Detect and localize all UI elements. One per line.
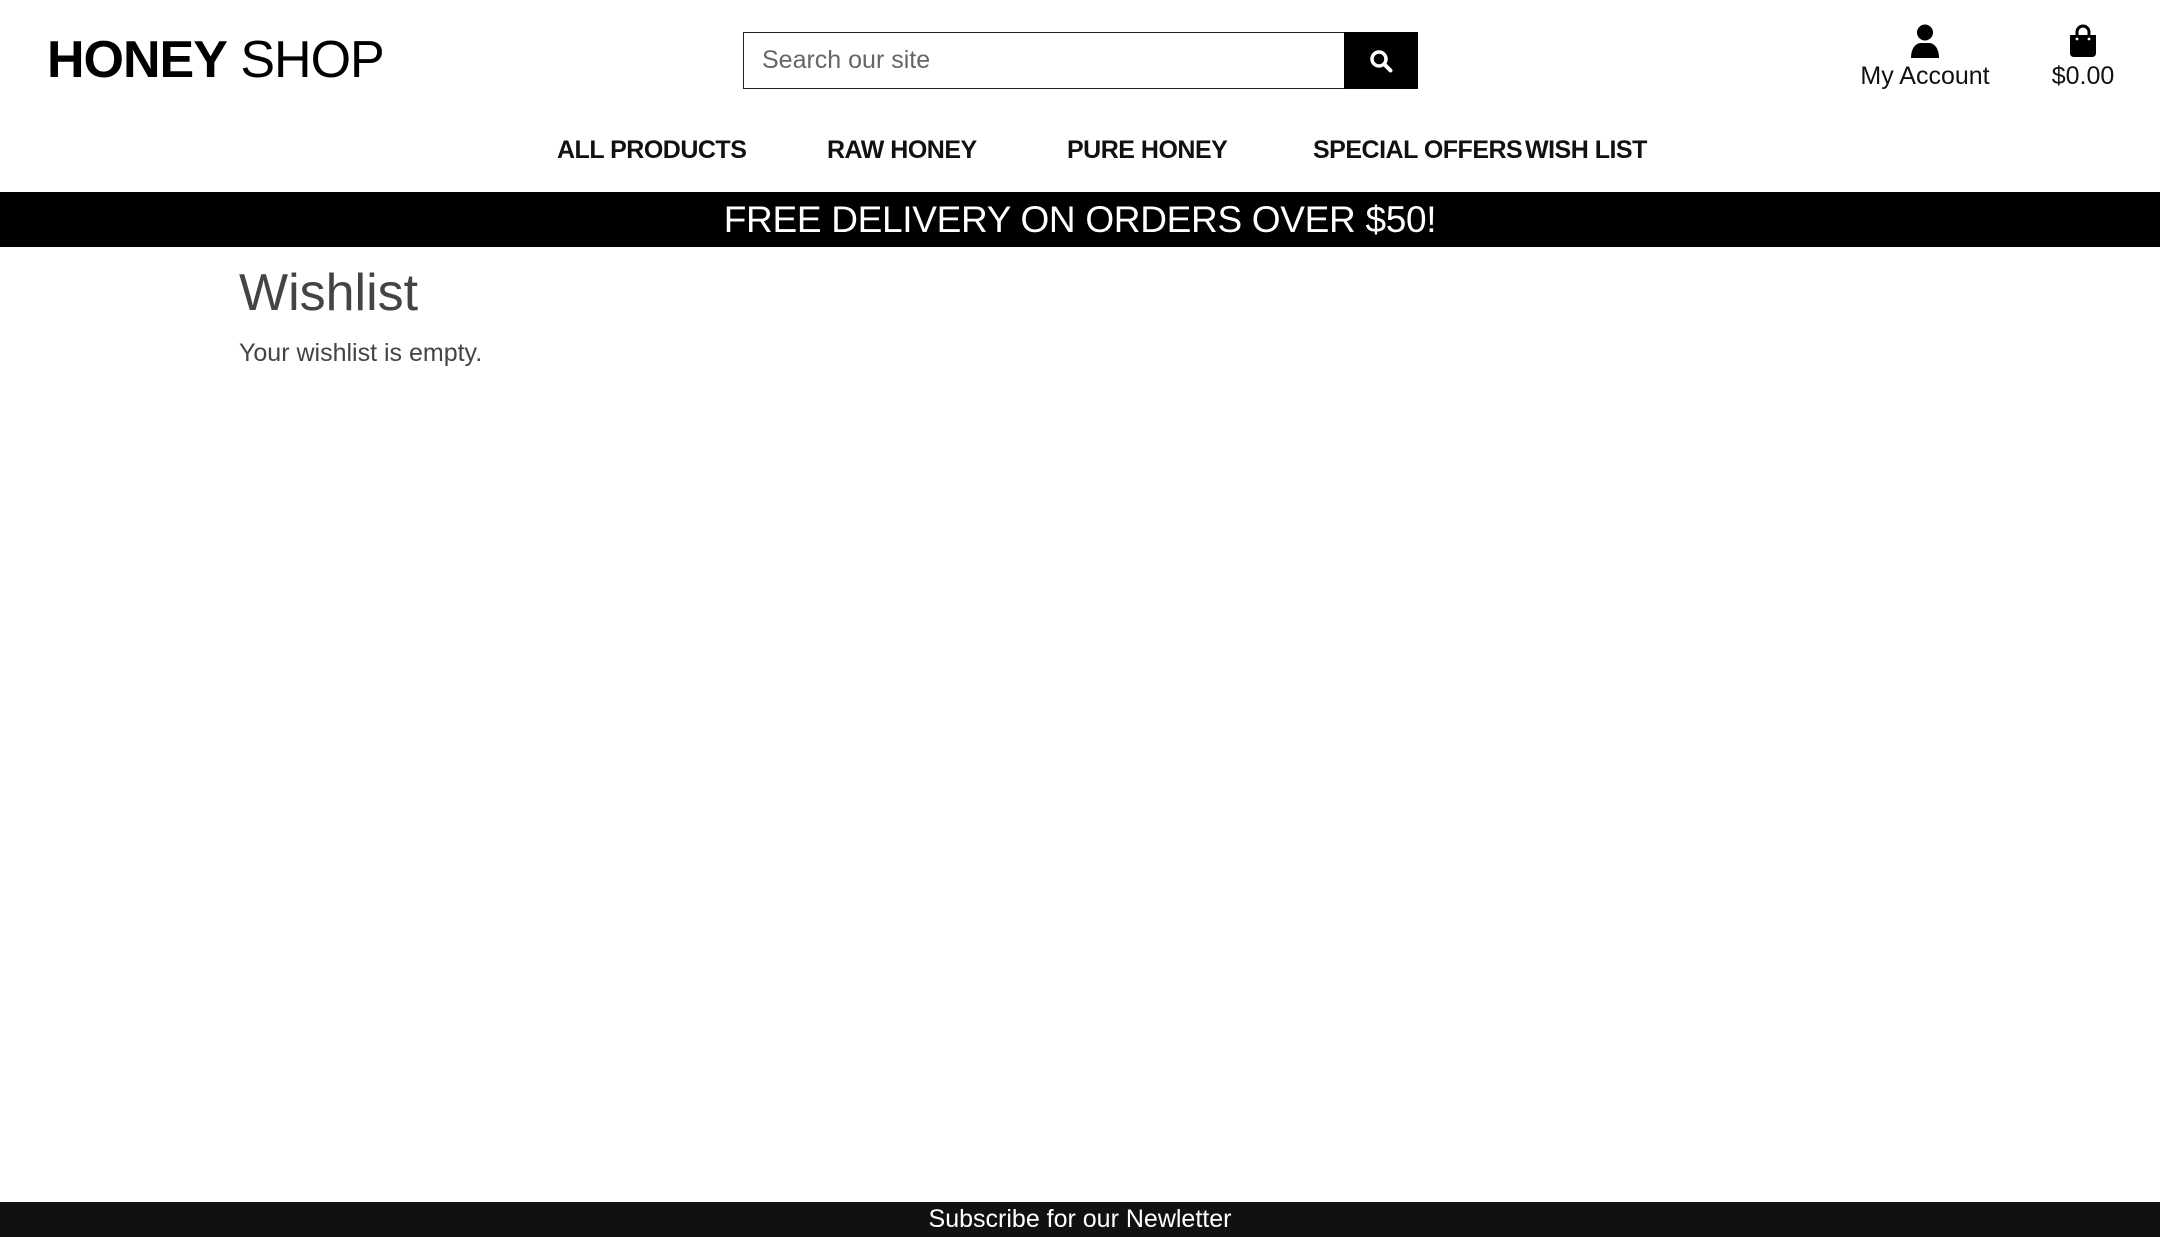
newsletter-subscribe-link[interactable]: Subscribe for our Newletter [929, 1205, 1232, 1233]
nav-item-special-offers[interactable]: SPECIAL OFFERS [1313, 132, 1523, 168]
site-footer: Subscribe for our Newletter [0, 1202, 2160, 1237]
main-nav: ALL PRODUCTS RAW HONEY PURE HONEY SPECIA… [0, 132, 2160, 168]
nav-item-raw-honey[interactable]: RAW HONEY [827, 132, 977, 168]
search-icon [1370, 49, 1393, 72]
shopping-bag-icon [2070, 24, 2096, 57]
my-account-label: My Account [1860, 62, 1990, 90]
my-account-link[interactable]: My Account [1848, 22, 2002, 92]
site-logo[interactable]: HONEY SHOP [47, 28, 385, 92]
shopping-bag-link[interactable]: $0.00 [2040, 22, 2126, 92]
wishlist-content: Wishlist Your wishlist is empty. [239, 262, 1939, 370]
site-header: HONEY SHOP My Account [0, 0, 2160, 192]
bag-total: $0.00 [2051, 62, 2115, 90]
logo-light-text: SHOP [240, 31, 384, 89]
logo-bold-text: HONEY [47, 31, 228, 89]
nav-item-all-products[interactable]: ALL PRODUCTS [557, 132, 747, 168]
free-delivery-banner: FREE DELIVERY ON ORDERS OVER $50! [0, 192, 2160, 247]
search-form [743, 32, 1418, 89]
nav-item-wish-list[interactable]: WISH LIST [1525, 132, 1647, 168]
wishlist-empty-message: Your wishlist is empty. [239, 339, 483, 367]
nav-item-pure-honey[interactable]: PURE HONEY [1067, 132, 1228, 168]
search-input[interactable] [743, 32, 1344, 89]
page-title: Wishlist [239, 264, 419, 322]
user-icon [1911, 24, 1939, 58]
search-button[interactable] [1344, 32, 1418, 89]
